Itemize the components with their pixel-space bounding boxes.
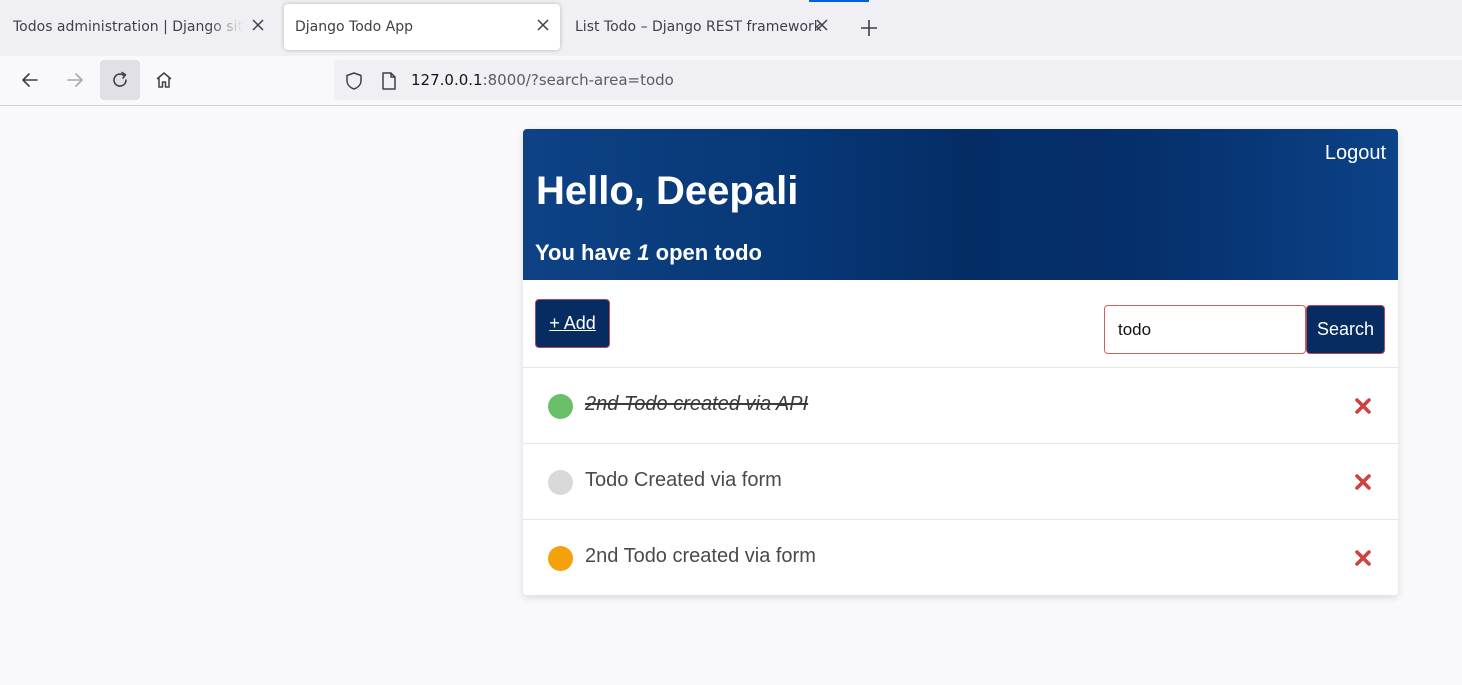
- url-text[interactable]: 127.0.0.1:8000/?search-area=todo: [411, 71, 674, 89]
- page-icon[interactable]: [380, 71, 398, 91]
- card-header: Logout Hello, Deepali You have 1 open to…: [523, 129, 1398, 280]
- delete-icon[interactable]: [1354, 549, 1372, 567]
- todo-toolbar: + Add Search: [523, 280, 1398, 368]
- close-icon[interactable]: [536, 18, 550, 32]
- url-host: 127.0.0.1: [411, 71, 483, 89]
- tab-title: List Todo – Django REST framework: [575, 19, 822, 35]
- shield-icon[interactable]: [344, 71, 364, 91]
- tab-list-todo-rest[interactable]: List Todo – Django REST framework: [563, 4, 839, 50]
- search-button[interactable]: Search: [1306, 305, 1385, 354]
- plus-icon[interactable]: [855, 14, 883, 42]
- tab-loading-indicator: [809, 0, 869, 2]
- home-button[interactable]: [144, 60, 184, 100]
- reload-button[interactable]: [100, 60, 140, 100]
- tab-strip: Todos administration | Django site admin…: [0, 0, 1462, 56]
- delete-icon[interactable]: [1354, 473, 1372, 491]
- open-count-prefix: You have: [535, 240, 638, 265]
- tab-title: Todos administration | Django site admin: [13, 19, 243, 35]
- close-icon[interactable]: [251, 18, 265, 32]
- back-button[interactable]: [10, 60, 50, 100]
- home-icon: [156, 72, 172, 88]
- open-todo-count: You have 1 open todo: [535, 240, 762, 266]
- open-count-number: 1: [637, 240, 650, 265]
- incomplete-status-dot: [548, 546, 573, 571]
- arrow-left-icon: [22, 73, 38, 87]
- todo-item[interactable]: 2nd Todo created via API: [523, 368, 1398, 444]
- forward-button[interactable]: [55, 60, 95, 100]
- close-icon[interactable]: [815, 18, 829, 32]
- url-path: :8000/?search-area=todo: [482, 71, 674, 89]
- todo-title[interactable]: Todo Created via form: [585, 469, 782, 492]
- reload-icon: [113, 71, 127, 87]
- todo-title[interactable]: 2nd Todo created via form: [585, 545, 816, 568]
- todo-item[interactable]: 2nd Todo created via form: [523, 520, 1398, 595]
- greeting-title: Hello, Deepali: [536, 169, 799, 213]
- incomplete-status-dot: [548, 470, 573, 495]
- tab-title: Django Todo App: [295, 19, 414, 35]
- arrow-right-icon: [67, 73, 83, 87]
- tab-django-todo-app[interactable]: Django Todo App: [284, 4, 560, 50]
- todo-card: Logout Hello, Deepali You have 1 open to…: [523, 129, 1398, 595]
- delete-icon[interactable]: [1354, 397, 1372, 415]
- tab-todos-administration[interactable]: Todos administration | Django site admin: [0, 4, 275, 50]
- add-todo-button[interactable]: + Add: [535, 299, 610, 348]
- navigation-bar: 127.0.0.1:8000/?search-area=todo: [0, 56, 1462, 106]
- todo-item[interactable]: Todo Created via form: [523, 444, 1398, 520]
- logout-link[interactable]: Logout: [1325, 142, 1386, 165]
- url-bar[interactable]: 127.0.0.1:8000/?search-area=todo: [334, 60, 1462, 100]
- open-count-suffix: open todo: [649, 240, 762, 265]
- complete-status-dot: [548, 394, 573, 419]
- todo-title[interactable]: 2nd Todo created via API: [585, 393, 808, 416]
- search-input[interactable]: [1104, 305, 1306, 354]
